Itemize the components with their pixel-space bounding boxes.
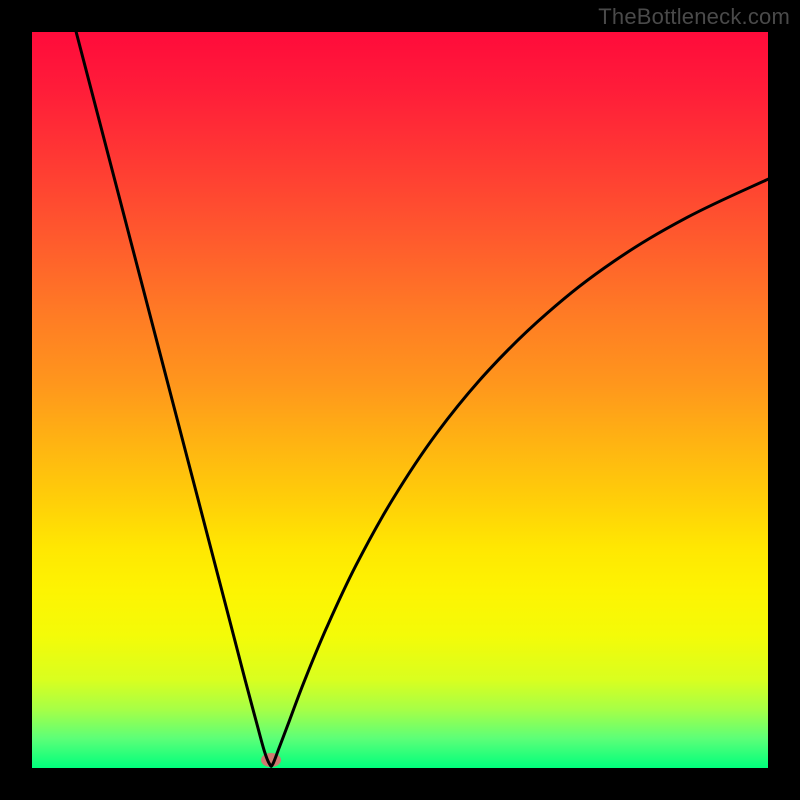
plot-area: [32, 32, 768, 768]
curve-line: [32, 32, 768, 768]
watermark-text: TheBottleneck.com: [598, 4, 790, 30]
chart-frame: TheBottleneck.com: [0, 0, 800, 800]
